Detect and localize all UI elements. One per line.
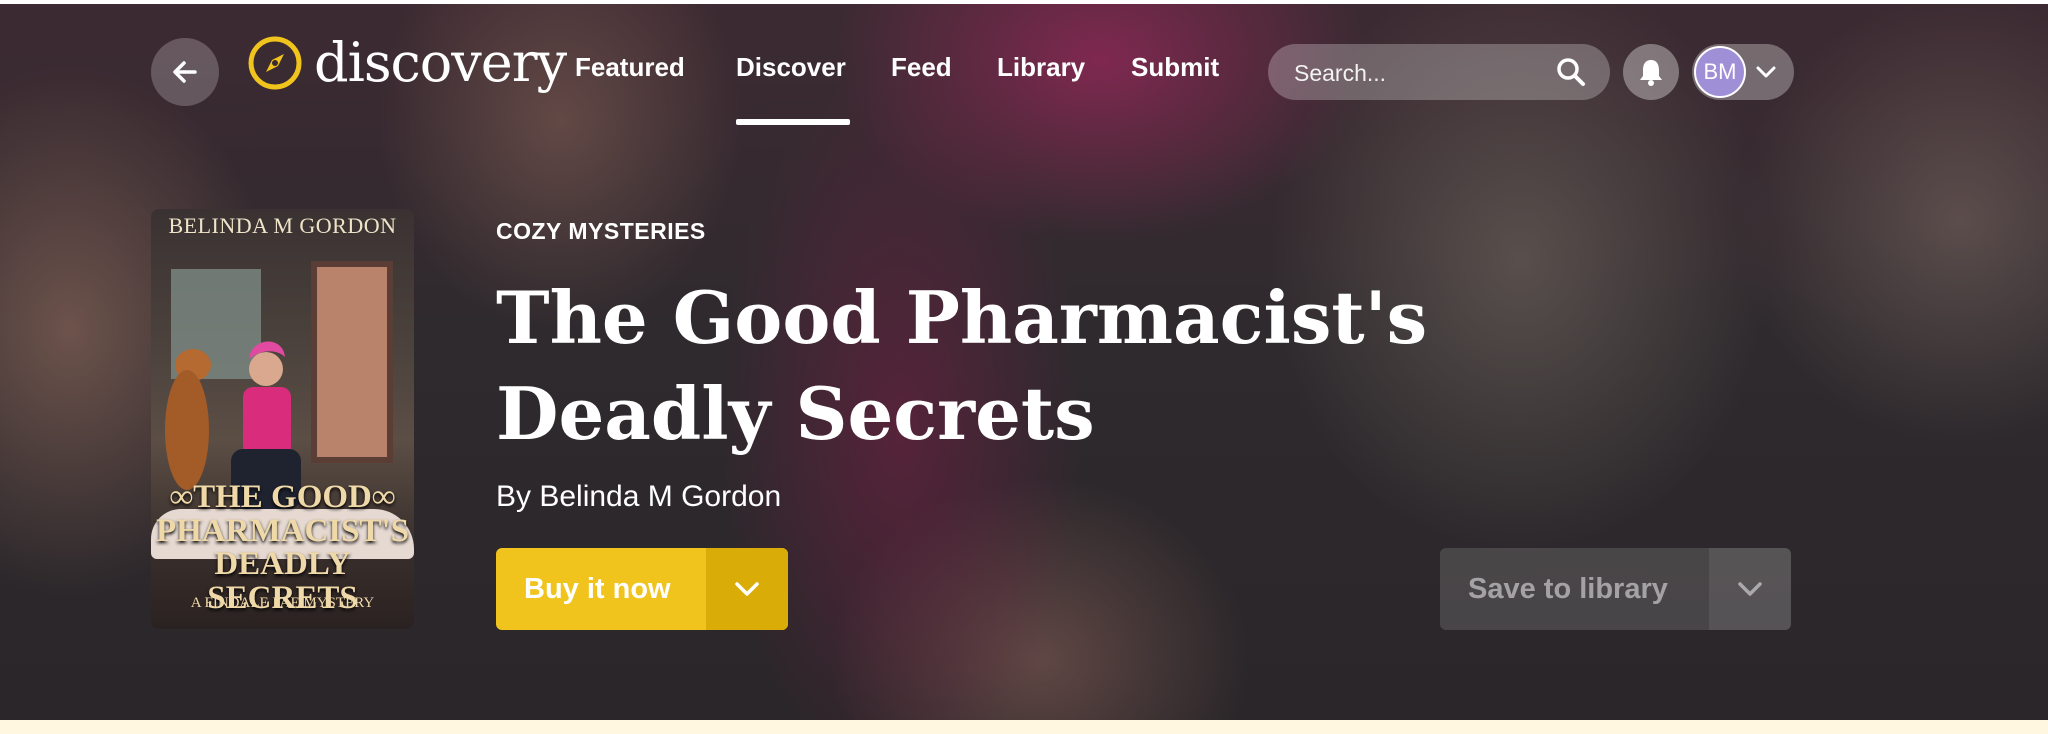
book-author[interactable]: By Belinda M Gordon — [496, 480, 781, 514]
nav-submit[interactable]: Submit — [1131, 52, 1219, 83]
buy-button[interactable]: Buy it now — [496, 548, 788, 630]
user-menu[interactable]: BM — [1692, 44, 1794, 100]
cover-title-line: ∞THE GOOD∞ — [169, 479, 396, 515]
arrow-left-icon — [173, 61, 197, 83]
avatar: BM — [1694, 46, 1746, 98]
chevron-down-icon — [735, 582, 759, 596]
search-bar — [1268, 44, 1610, 102]
book-title: The Good Pharmacist's Deadly Secrets — [496, 275, 1428, 456]
search-input[interactable] — [1292, 44, 1546, 102]
save-to-library-button[interactable]: Save to library — [1440, 548, 1791, 630]
page-background — [0, 720, 2048, 734]
book-cover[interactable]: BELINDA M GORDON ∞THE GOOD∞ PHARMACIST'S… — [151, 209, 414, 629]
chevron-down-icon — [1756, 66, 1776, 78]
hero-banner: discovery Featured Discover Feed Library… — [0, 0, 2048, 720]
cover-series: A FINDALE FAE MYSTERY — [190, 595, 375, 611]
notifications-button[interactable] — [1623, 44, 1679, 100]
cover-author: BELINDA M GORDON — [168, 213, 397, 238]
nav-discover[interactable]: Discover — [736, 52, 846, 83]
brand-name: discovery — [314, 31, 567, 94]
nav-feed[interactable]: Feed — [891, 52, 952, 83]
top-border — [0, 0, 2048, 4]
bell-icon — [1640, 60, 1662, 86]
compass-icon — [248, 36, 302, 90]
nav-featured[interactable]: Featured — [575, 52, 685, 83]
genre-label[interactable]: COZY MYSTERIES — [496, 218, 706, 245]
save-button-label: Save to library — [1468, 573, 1668, 605]
nav-library[interactable]: Library — [997, 52, 1085, 83]
brand-logo[interactable]: discovery — [248, 31, 567, 94]
back-button[interactable] — [151, 38, 219, 106]
buy-button-label: Buy it now — [524, 573, 671, 605]
buy-options-dropdown[interactable] — [706, 548, 788, 630]
cover-title-line: PHARMACIST'S — [155, 512, 410, 549]
save-options-dropdown[interactable] — [1709, 548, 1791, 630]
search-icon[interactable] — [1556, 57, 1586, 87]
cover-art-door — [311, 261, 393, 463]
nav-active-indicator — [736, 119, 850, 125]
chevron-down-icon — [1738, 582, 1762, 596]
